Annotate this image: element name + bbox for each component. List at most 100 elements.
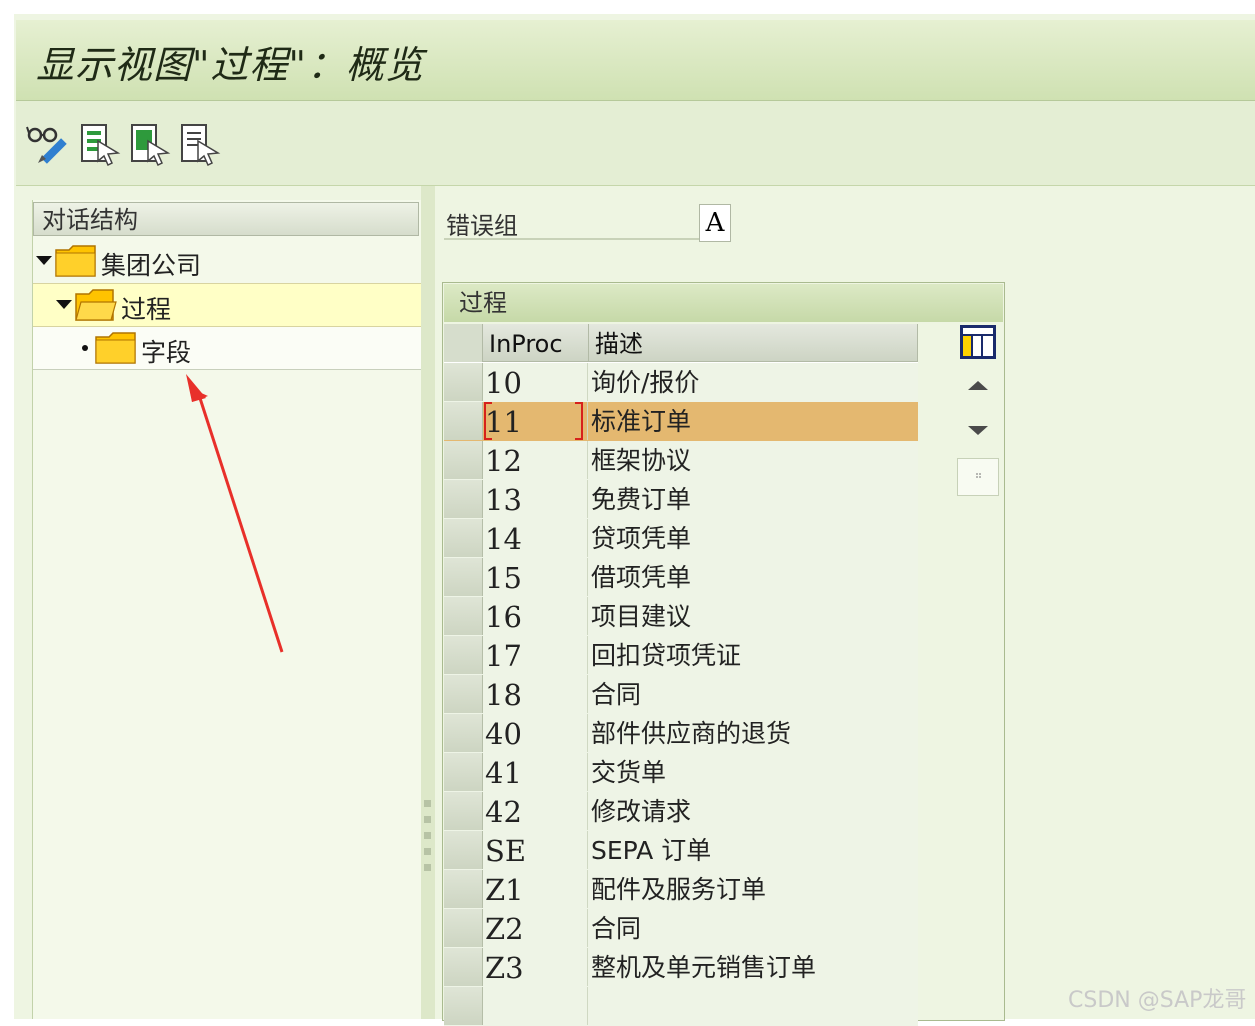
description-cell[interactable]: 回扣贷项凭证 (590, 636, 919, 674)
inproc-cell[interactable]: 41 (484, 753, 588, 791)
process-table-title: 过程 (444, 284, 1003, 322)
select-all-button[interactable] (78, 121, 122, 167)
table-row-empty[interactable] (444, 987, 918, 1026)
inproc-cell[interactable] (484, 987, 588, 1025)
table-row[interactable]: 10 询价/报价 (444, 363, 918, 403)
cell-focus-bracket-right (575, 402, 583, 440)
table-row[interactable]: SE SEPA 订单 (444, 831, 918, 871)
table-row[interactable]: Z2 合同 (444, 909, 918, 949)
table-row-selected[interactable]: 11 标准订单 (444, 402, 918, 442)
triangle-down-icon (968, 426, 988, 435)
inproc-cell[interactable]: 12 (484, 441, 588, 479)
splitter-grip (424, 832, 431, 839)
column-header-inproc[interactable]: InProc (483, 324, 589, 362)
inproc-cell[interactable]: 42 (484, 792, 588, 830)
table-row[interactable]: 16 项目建议 (444, 597, 918, 637)
row-selector[interactable] (444, 714, 483, 752)
description-cell[interactable]: 询价/报价 (590, 363, 919, 401)
inproc-cell[interactable]: 15 (484, 558, 588, 596)
tree-item-process[interactable]: 过程 (33, 283, 421, 327)
table-row[interactable]: 12 框架协议 (444, 441, 918, 481)
inproc-cell[interactable]: 40 (484, 714, 588, 752)
row-selector[interactable] (444, 597, 483, 635)
tree-item-group-company[interactable]: 集团公司 (33, 240, 421, 282)
dialog-structure-header: 对话结构 (33, 202, 419, 236)
description-cell[interactable]: 修改请求 (590, 792, 919, 830)
table-row[interactable]: 17 回扣贷项凭证 (444, 636, 918, 676)
row-selector[interactable] (444, 987, 483, 1025)
row-selector[interactable] (444, 480, 483, 518)
glasses-pencil-icon (26, 126, 67, 164)
description-cell[interactable]: 贷项凭单 (590, 519, 919, 557)
inproc-cell[interactable]: Z3 (484, 948, 588, 986)
select-all-icon (81, 124, 121, 167)
inproc-cell[interactable]: 17 (484, 636, 588, 674)
description-cell[interactable]: 免费订单 (590, 480, 919, 518)
inproc-cell[interactable]: 13 (484, 480, 588, 518)
description-cell[interactable]: 项目建议 (590, 597, 919, 635)
inproc-cell[interactable]: Z1 (484, 870, 588, 908)
table-row[interactable]: 18 合同 (444, 675, 918, 715)
scroll-down-button[interactable] (957, 412, 999, 448)
row-selector[interactable] (444, 792, 483, 830)
row-selector[interactable] (444, 363, 483, 401)
description-cell[interactable]: SEPA 订单 (590, 831, 919, 869)
description-cell[interactable]: 标准订单 (590, 402, 919, 440)
table-row[interactable]: 40 部件供应商的退货 (444, 714, 918, 754)
tree-item-label: 集团公司 (101, 251, 202, 280)
scrollbar-thumb[interactable] (957, 458, 999, 496)
deselect-all-icon (181, 124, 221, 167)
inproc-cell[interactable]: 14 (484, 519, 588, 557)
error-group-field[interactable]: A (699, 204, 731, 242)
leaf-bullet-icon (82, 345, 88, 351)
splitter-grip (424, 816, 431, 823)
table-row[interactable]: 41 交货单 (444, 753, 918, 793)
display-change-button[interactable] (26, 121, 70, 167)
pane-splitter[interactable] (421, 186, 435, 1019)
title-bar: 显示视图"过程"：概览 (16, 20, 1255, 101)
row-selector[interactable] (444, 948, 483, 986)
row-selector[interactable] (444, 831, 483, 869)
row-selector[interactable] (444, 909, 483, 947)
description-cell[interactable]: 合同 (590, 675, 919, 713)
description-cell[interactable]: 整机及单元销售订单 (590, 948, 919, 986)
table-row[interactable]: 15 借项凭单 (444, 558, 918, 598)
inproc-cell[interactable]: SE (484, 831, 588, 869)
inproc-cell[interactable]: 18 (484, 675, 588, 713)
description-cell[interactable]: 配件及服务订单 (590, 870, 919, 908)
table-row[interactable]: Z1 配件及服务订单 (444, 870, 918, 910)
inproc-cell[interactable]: 11 (484, 402, 588, 440)
row-selector[interactable] (444, 675, 483, 713)
description-cell[interactable]: 部件供应商的退货 (590, 714, 919, 752)
inproc-cell[interactable]: Z2 (484, 909, 588, 947)
inproc-cell[interactable]: 10 (484, 363, 588, 401)
scroll-up-button[interactable] (957, 368, 999, 404)
table-row[interactable]: 13 免费订单 (444, 480, 918, 520)
row-selector[interactable] (444, 753, 483, 791)
column-header-description[interactable]: 描述 (589, 324, 918, 362)
description-cell[interactable]: 交货单 (590, 753, 919, 791)
error-group-underline (444, 238, 700, 240)
inproc-cell[interactable]: 16 (484, 597, 588, 635)
row-selector[interactable] (444, 519, 483, 557)
select-all-rows-button[interactable] (444, 324, 483, 362)
open-folder-icon (75, 289, 117, 321)
table-row[interactable]: 42 修改请求 (444, 792, 918, 832)
expand-triangle-icon[interactable] (36, 254, 52, 266)
tree-item-field[interactable]: 字段 (33, 327, 421, 370)
row-selector[interactable] (444, 636, 483, 674)
table-row[interactable]: 14 贷项凭单 (444, 519, 918, 559)
table-settings-icon[interactable] (959, 324, 997, 360)
select-block-button[interactable] (128, 121, 172, 167)
row-selector[interactable] (444, 441, 483, 479)
row-selector[interactable] (444, 402, 483, 440)
description-cell[interactable]: 合同 (590, 909, 919, 947)
deselect-all-button[interactable] (178, 121, 222, 167)
row-selector[interactable] (444, 870, 483, 908)
expand-triangle-icon[interactable] (56, 298, 72, 310)
dialog-structure-pane: 对话结构 集团公司 过程 字段 (32, 200, 422, 1019)
description-cell[interactable]: 借项凭单 (590, 558, 919, 596)
row-selector[interactable] (444, 558, 483, 596)
table-row[interactable]: Z3 整机及单元销售订单 (444, 948, 918, 988)
description-cell[interactable]: 框架协议 (590, 441, 919, 479)
